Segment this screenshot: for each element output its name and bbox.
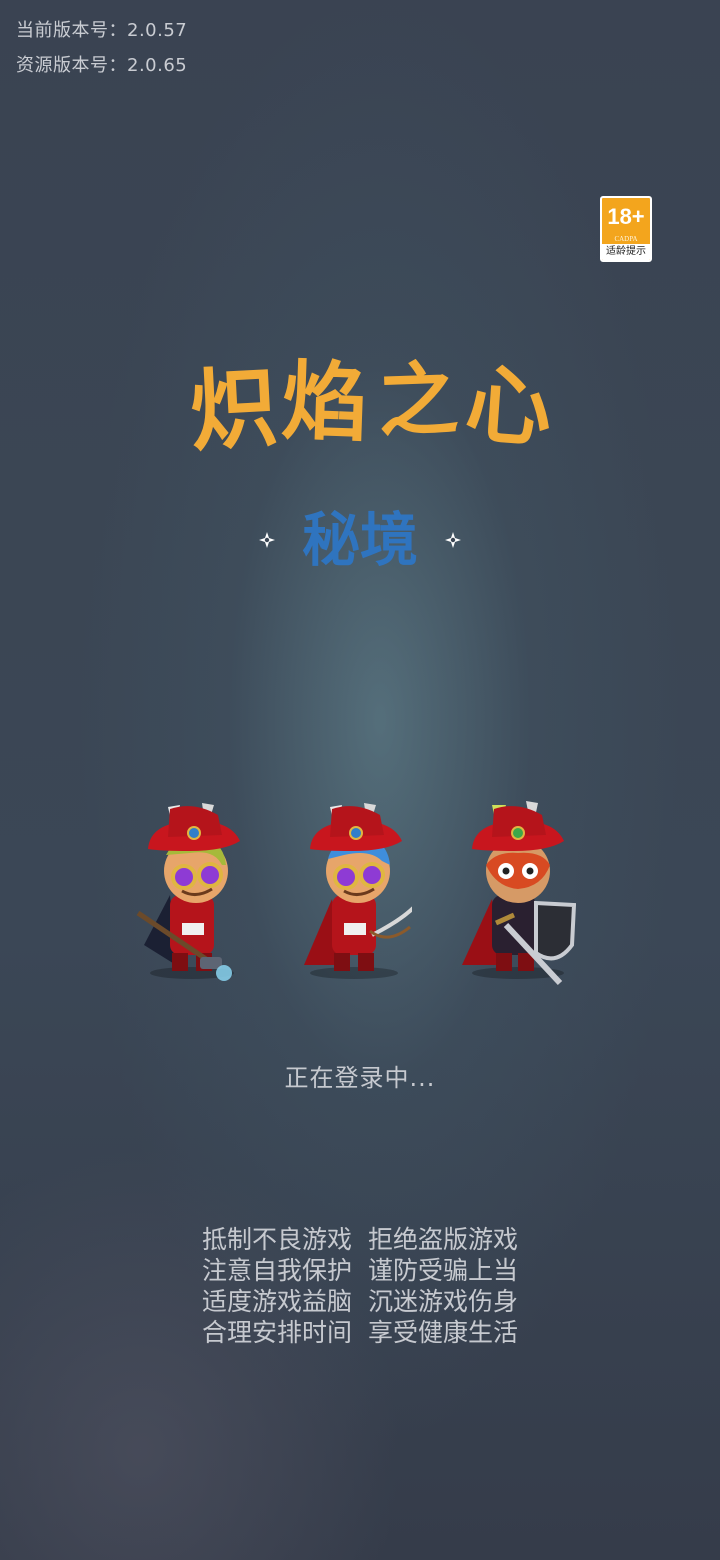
hero-mage-icon bbox=[136, 803, 240, 981]
sparkle-right-icon bbox=[445, 532, 462, 548]
notice-phrase: 合理安排时间 bbox=[201, 1318, 352, 1347]
notice-line-4: 合理安排时间 享受健康生活 bbox=[0, 1317, 720, 1348]
resource-version-label: 资源版本号：2.0.65 bbox=[16, 55, 188, 76]
title-glyph-2: 焰 bbox=[280, 352, 369, 455]
game-subtitle-row: 秘境 bbox=[0, 505, 720, 575]
hero-lineup bbox=[130, 795, 590, 995]
notice-phrase: 享受健康生活 bbox=[368, 1318, 519, 1347]
hero-archer-icon bbox=[304, 803, 412, 979]
title-glyph-1: 炽 bbox=[187, 356, 280, 463]
notice-phrase: 谨防受骗上当 bbox=[368, 1256, 519, 1285]
age-rating-tip: 适龄提示 bbox=[602, 244, 650, 260]
age-rating-org: CADPA bbox=[614, 235, 638, 243]
notice-phrase: 抵制不良游戏 bbox=[201, 1225, 352, 1254]
notice-phrase: 拒绝盗版游戏 bbox=[368, 1225, 519, 1254]
notice-phrase: 适度游戏益脑 bbox=[201, 1287, 352, 1316]
current-version-label: 当前版本号：2.0.57 bbox=[16, 20, 188, 41]
notice-phrase: 沉迷游戏伤身 bbox=[368, 1287, 519, 1316]
notice-phrase: 注意自我保护 bbox=[201, 1256, 352, 1285]
sparkle-left-icon bbox=[258, 532, 275, 548]
game-subtitle: 秘境 bbox=[301, 506, 418, 574]
age-rating-badge[interactable]: 18+ CADPA 适龄提示 bbox=[600, 196, 652, 262]
notice-line-2: 注意自我保护 谨防受骗上当 bbox=[0, 1255, 720, 1286]
title-glyph-3: 之 bbox=[377, 353, 460, 449]
game-title-svg: 炽 焰 之 心 bbox=[187, 352, 555, 464]
notice-line-3: 适度游戏益脑 沉迷游戏伤身 bbox=[0, 1286, 720, 1317]
hero-warrior-icon bbox=[462, 801, 576, 986]
title-glyph-4: 心 bbox=[462, 354, 555, 460]
health-gaming-notice: 抵制不良游戏 拒绝盗版游戏 注意自我保护 谨防受骗上当 适度游戏益脑 沉迷游戏伤身 合… bbox=[0, 1224, 720, 1348]
age-rating-number: 18+ bbox=[607, 204, 645, 229]
game-title-glyphs: 炽 焰 之 心 bbox=[187, 352, 555, 464]
notice-line-1: 抵制不良游戏 拒绝盗版游戏 bbox=[0, 1224, 720, 1255]
login-status-text: 正在登录中... bbox=[284, 1064, 436, 1092]
game-title-logo: 炽 焰 之 心 bbox=[187, 340, 570, 464]
